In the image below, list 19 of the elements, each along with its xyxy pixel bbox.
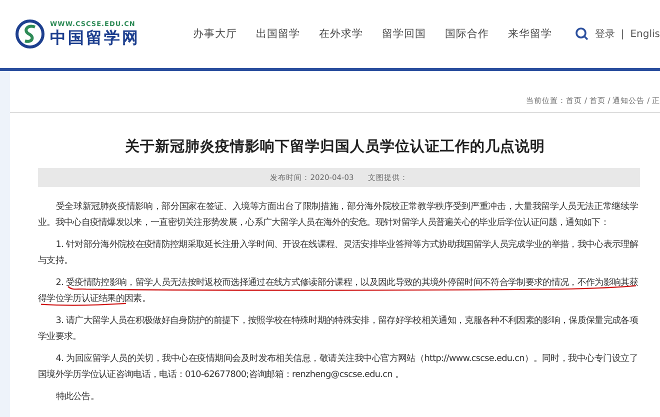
paragraph: 1. 针对部分海外院校在疫情防控期采取延长注册入学时间、开设在线课程、灵活安排毕业答辩等方式协助我国留学人员完成学业的举措，我中心表示理解与支持。 <box>38 238 638 268</box>
paragraph: 4. 为回应留学人员的关切，我中心在疫情期间会及时发布相关信息，敬请关注我中心官方网站（http://www.cscse.edu.cn）。同时，我中心专门设立了国境外学历学位认证咨询电话，电话：010-62677800;咨询邮箱：renzheng@cscse.edu.cn 。 <box>38 352 638 382</box>
paragraph: 特此公告。 <box>54 390 100 404</box>
paragraph: 3. 请广大留学人员在积极做好自身防护的前提下，按照学校在特殊时期的特殊安排，留存好学校相关通知，克服各种不利因素的影响，保质保量完成各项学业要求。 <box>38 314 638 344</box>
nav-link[interactable]: 在外求学 <box>319 27 363 41</box>
nav-link[interactable]: 国际合作 <box>445 27 489 41</box>
language-link[interactable]: Englis <box>630 28 660 40</box>
separator: | <box>620 28 624 40</box>
nav-link[interactable]: 来华留学 <box>508 27 552 41</box>
site-name: 中国留学网 <box>50 28 140 48</box>
nav-link[interactable]: 办事大厅 <box>193 27 237 41</box>
paragraph: 2. 受疫情防控影响，留学人员无法按时返校而选择通过在线方式修读部分课程，以及因此导致的其境外停留时间不符合学制要求的情况，不作为影响其获得学位学历认证结果的因素。 <box>38 276 638 306</box>
paragraph: 受全球新冠肺炎疫情影响，部分国家在签证、入境等方面出台了限制措施，部分海外院校正常教学秩序受到严重冲击，大量我留学人员无法正常继续学业。我中心自疫情爆发以来，一直密切关注形势发展，心系广大留学人员在海外的安危。现针对留学人员普遍关心的毕业后学位认证问题，通知如下： <box>38 200 638 230</box>
nav-link[interactable]: 出国留学 <box>256 27 300 41</box>
article-title: 关于新冠肺炎疫情影响下留学归国人员学位认证工作的几点说明 <box>124 138 546 156</box>
logo-icon <box>15 19 45 49</box>
login-link[interactable]: 登录 <box>594 27 615 41</box>
nav-link[interactable]: 留学回国 <box>382 27 426 41</box>
search-icon[interactable] <box>574 27 589 41</box>
